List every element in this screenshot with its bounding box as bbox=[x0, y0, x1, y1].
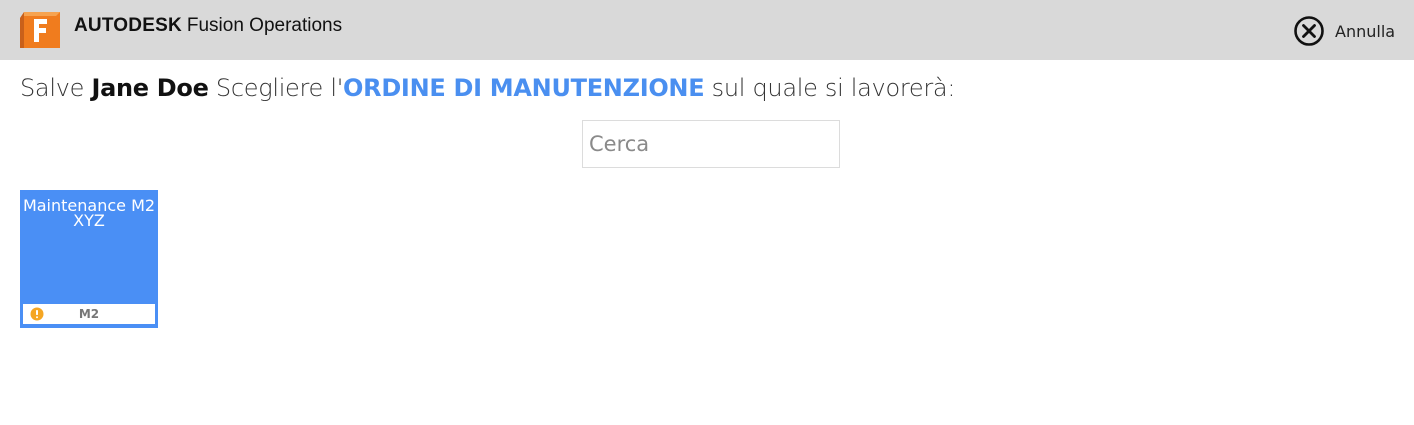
prompt-user-name: Jane Doe bbox=[91, 74, 209, 102]
prompt-suffix: sul quale si lavorerà: bbox=[711, 74, 956, 102]
close-circle-icon bbox=[1294, 16, 1324, 46]
brand-name: AUTODESK Fusion Operations bbox=[74, 15, 342, 37]
brand-product: Fusion Operations bbox=[186, 15, 343, 36]
order-card-footer: M2 bbox=[23, 304, 155, 324]
top-bar: AUTODESK Fusion Operations Annulla bbox=[0, 0, 1414, 60]
brand-autodesk: AUTODESK bbox=[74, 15, 182, 36]
prompt-instruction: Scegliere l' bbox=[215, 74, 344, 102]
fusion-logo-icon bbox=[20, 12, 60, 48]
order-card-code: M2 bbox=[78, 307, 100, 321]
page-prompt: Salve Jane Doe Scegliere l'ORDINE DI MAN… bbox=[20, 74, 955, 102]
search-input[interactable] bbox=[582, 120, 840, 168]
order-card-title: Maintenance M2 XYZ bbox=[22, 196, 156, 230]
order-card[interactable]: Maintenance M2 XYZ M2 bbox=[20, 190, 158, 328]
cancel-button[interactable]: Annulla bbox=[1293, 15, 1395, 47]
prompt-highlight: ORDINE DI MANUTENZIONE bbox=[343, 74, 705, 102]
prompt-greeting: Salve bbox=[20, 74, 85, 102]
cancel-label: Annulla bbox=[1335, 21, 1396, 41]
